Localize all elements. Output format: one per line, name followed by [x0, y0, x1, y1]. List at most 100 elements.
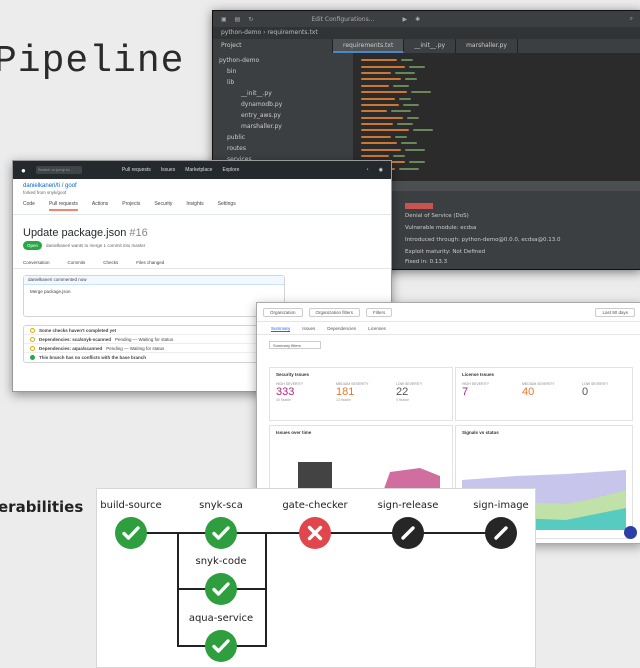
- folder-icon[interactable]: ▣: [221, 16, 227, 23]
- tab-marshaller[interactable]: marshaller.py: [456, 39, 518, 53]
- fixed-in: Fixed in: 0.13.3: [405, 259, 448, 265]
- card-title: Issues over time: [276, 430, 312, 435]
- tree-item[interactable]: marshaller.py: [219, 123, 347, 134]
- nav-pull-requests[interactable]: Pull requests: [122, 167, 151, 173]
- stage-node-build-source[interactable]: [115, 517, 147, 549]
- search-icon[interactable]: ⌕: [630, 15, 633, 23]
- code-token: [413, 129, 433, 132]
- tree-item[interactable]: routes: [219, 145, 347, 156]
- debug-icon[interactable]: ✱: [415, 16, 420, 23]
- checks-summary: Some checks haven't completed yet: [24, 326, 264, 335]
- save-icon[interactable]: ▤: [235, 16, 241, 23]
- code-token: [395, 135, 407, 138]
- tab-dependencies[interactable]: Dependencies: [327, 326, 356, 332]
- project-dropdown[interactable]: Project: [213, 39, 333, 53]
- tree-item[interactable]: dynamodb.py: [219, 101, 347, 112]
- filters-dropdown[interactable]: Filters: [366, 307, 393, 317]
- code-editor[interactable]: [353, 53, 640, 181]
- pending-icon: [30, 327, 35, 333]
- github-nav: ● Search or jump to... Pull requests Iss…: [13, 161, 391, 179]
- code-token: [361, 59, 397, 62]
- stage-node-snyk-sca[interactable]: [205, 517, 237, 549]
- metric-low: Low severity 0: [582, 382, 609, 398]
- check-name: Dependencies: aqua/scanned: [39, 345, 103, 351]
- code-token: [403, 103, 419, 106]
- code-token: [361, 142, 397, 145]
- tab-actions[interactable]: Actions: [92, 201, 108, 211]
- pr-title: Update package.json #16: [13, 215, 391, 241]
- tree-item[interactable]: bin: [219, 68, 347, 79]
- code-token: [393, 84, 409, 87]
- code-token: [361, 103, 399, 106]
- code-token: [361, 71, 391, 74]
- stage-node-sign-release[interactable]: [392, 517, 424, 549]
- tab-files-changed[interactable]: Files changed: [136, 260, 164, 265]
- card-title: Security Issues: [276, 372, 310, 377]
- tree-item[interactable]: public: [219, 134, 347, 145]
- code-token: [405, 148, 425, 151]
- date-range-dropdown[interactable]: Last 90 days: [595, 307, 635, 317]
- tab-init[interactable]: __init__.py: [404, 39, 457, 53]
- check-row[interactable]: Dependencies: sca/snyk-scanned Pending —…: [24, 335, 264, 344]
- tab-pull-requests[interactable]: Pull requests: [48, 201, 78, 211]
- tab-projects[interactable]: Projects: [122, 201, 140, 211]
- comment-header: danielkaneri commented now: [24, 276, 284, 285]
- stage-node-aqua-service[interactable]: [205, 630, 237, 662]
- org-filters-dropdown[interactable]: Organization filters: [308, 307, 361, 317]
- merge-status: This branch has no conflicts with the ba…: [24, 353, 264, 362]
- code-token: [409, 161, 425, 164]
- run-icon[interactable]: ▶: [402, 16, 407, 23]
- license-issues-card: License Issues High severity 7 Medium se…: [455, 367, 633, 421]
- code-token: [361, 78, 401, 81]
- nav-explore[interactable]: Explore: [222, 167, 239, 173]
- tree-item[interactable]: entry_aws.py: [219, 112, 347, 123]
- chat-button[interactable]: [624, 526, 637, 539]
- tab-summary[interactable]: Summary: [271, 326, 291, 332]
- tab-issues[interactable]: Issues: [302, 326, 315, 332]
- metric-medium: Medium severity 181 13 fixable: [336, 382, 369, 402]
- code-token: [361, 84, 389, 87]
- check-icon: [122, 526, 140, 540]
- organization-dropdown[interactable]: Organization: [263, 307, 303, 317]
- tab-checks[interactable]: Checks: [103, 260, 118, 265]
- code-token: [361, 97, 395, 100]
- pr-comment: danielkaneri commented now Merge package…: [23, 275, 285, 317]
- metric-high: High severity 333 40 fixable: [276, 382, 304, 402]
- code-token: [409, 65, 425, 68]
- nav-marketplace[interactable]: Marketplace: [185, 167, 212, 173]
- check-row[interactable]: Dependencies: aqua/scanned Pending — Wai…: [24, 344, 264, 353]
- stage-node-snyk-code[interactable]: [205, 573, 237, 605]
- metric-high: High severity 7: [462, 382, 490, 398]
- code-token: [361, 148, 401, 151]
- skip-icon: [494, 526, 508, 540]
- tree-item[interactable]: lib: [219, 79, 347, 90]
- tab-security[interactable]: Security: [154, 201, 172, 211]
- tab-settings[interactable]: Settings: [218, 201, 236, 211]
- tab-insights[interactable]: Insights: [186, 201, 203, 211]
- check-status: Pending — Waiting for status: [106, 345, 165, 351]
- stage-label-sign-image: sign-image: [473, 500, 529, 511]
- stage-node-gate-checker[interactable]: [299, 517, 331, 549]
- bell-icon[interactable]: ◔: [366, 167, 369, 173]
- refresh-icon[interactable]: ↻: [248, 16, 253, 23]
- tab-code[interactable]: Code: [23, 201, 35, 211]
- tab-licenses[interactable]: Licenses: [368, 326, 386, 332]
- summary-filter[interactable]: Summary filters: [269, 341, 321, 349]
- check-icon: [212, 639, 230, 653]
- code-token: [361, 91, 407, 94]
- tree-item[interactable]: __init__.py: [219, 90, 347, 101]
- avatar[interactable]: ◉: [379, 167, 383, 173]
- repo-name[interactable]: danielkaneri/ti / goof: [13, 179, 391, 189]
- tree-item[interactable]: python-demo: [219, 57, 347, 68]
- pending-icon: [30, 345, 35, 351]
- github-logo-icon[interactable]: ●: [21, 166, 26, 175]
- code-line: [361, 166, 633, 172]
- ide-run-config[interactable]: Edit Configurations...: [311, 16, 374, 23]
- stage-node-sign-image[interactable]: [485, 517, 517, 549]
- tab-requirements[interactable]: requirements.txt: [333, 39, 405, 53]
- tab-commits[interactable]: Commits: [68, 260, 86, 265]
- nav-issues[interactable]: Issues: [161, 167, 175, 173]
- github-search[interactable]: Search or jump to...: [35, 166, 82, 174]
- pr-title-text: Update package.json: [23, 227, 127, 239]
- tab-conversation[interactable]: Conversation: [23, 260, 50, 265]
